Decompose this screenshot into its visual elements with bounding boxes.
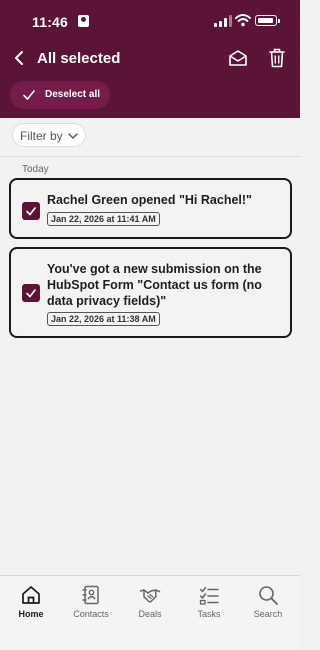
selected-checkbox[interactable]: [22, 284, 40, 302]
checkmark-icon: [26, 289, 36, 298]
filter-by-dropdown[interactable]: Filter by: [12, 123, 86, 147]
notification-text: Rachel Green opened "Hi Rachel!": [47, 193, 252, 207]
notification-timestamp: Jan 22, 2026 at 11:41 AM: [47, 212, 160, 226]
tasks-icon: [199, 586, 219, 605]
tab-contacts[interactable]: Contacts: [61, 584, 121, 628]
checkmark-icon: [26, 207, 36, 216]
notification-text: You've got a new submission on the HubSp…: [47, 262, 262, 308]
status-bar: 11:46: [0, 0, 300, 40]
divider: [0, 156, 300, 157]
home-icon: [22, 586, 40, 604]
contacts-icon: [82, 585, 99, 605]
contact-card-icon: [78, 15, 89, 27]
tab-deals[interactable]: Deals: [120, 584, 180, 628]
nav-bar: All selected: [0, 42, 300, 74]
cellular-signal-icon: [214, 15, 232, 27]
tab-label: Home: [18, 609, 44, 619]
tab-label: Contacts: [73, 609, 109, 619]
deselect-all-button[interactable]: Deselect all: [10, 81, 110, 109]
trash-icon[interactable]: [267, 47, 287, 69]
notification-timestamp: Jan 22, 2026 at 11:38 AM: [47, 312, 160, 326]
notification-card[interactable]: You've got a new submission on the HubSp…: [9, 247, 292, 338]
wifi-icon: [235, 14, 251, 27]
filter-by-label: Filter by: [20, 129, 63, 143]
mark-read-envelope-icon[interactable]: [228, 48, 248, 68]
header: 11:46 All selected Deselect all: [0, 0, 300, 118]
notification-card[interactable]: Rachel Green opened "Hi Rachel!" Jan 22,…: [9, 178, 292, 239]
tab-home[interactable]: Home: [1, 584, 61, 628]
status-time: 11:46: [32, 14, 69, 30]
checkmark-icon: [23, 90, 35, 100]
battery-icon: [255, 15, 280, 26]
deselect-all-label: Deselect all: [45, 89, 101, 100]
tab-label: Tasks: [197, 609, 221, 619]
tab-label: Deals: [138, 609, 162, 619]
page-title: All selected: [37, 50, 121, 67]
tab-label: Search: [253, 609, 283, 619]
tab-search[interactable]: Search: [238, 584, 298, 628]
tab-tasks[interactable]: Tasks: [179, 584, 239, 628]
handshake-icon: [139, 589, 161, 603]
section-header-today: Today: [22, 164, 49, 175]
selected-checkbox[interactable]: [22, 202, 40, 220]
back-chevron-icon[interactable]: [10, 48, 30, 68]
search-icon: [259, 586, 278, 605]
bottom-tab-bar: Home Contacts Deals Tasks Search: [0, 575, 300, 650]
chevron-down-icon: [68, 133, 78, 139]
